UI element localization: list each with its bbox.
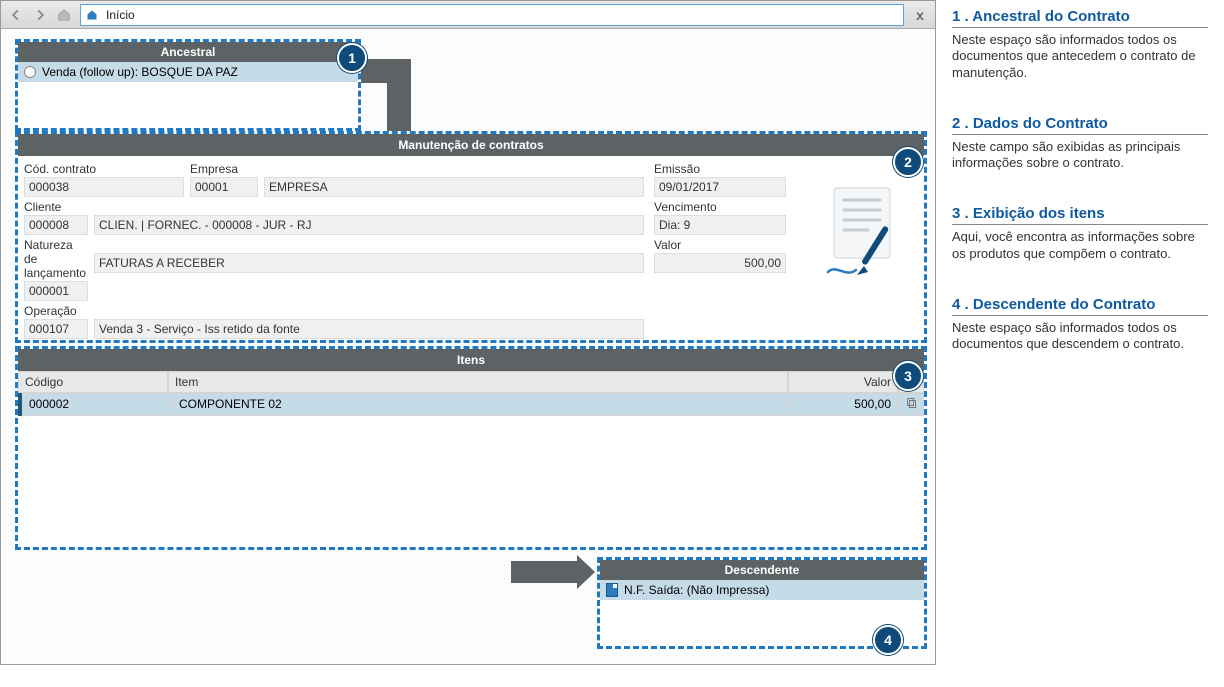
col-codigo: Código (18, 371, 168, 393)
itens-header: Itens (18, 349, 924, 371)
cod_contrato-label: Cód. contrato (24, 162, 184, 176)
ancestral-item-label: Venda (follow up): BOSQUE DA PAZ (42, 65, 238, 79)
note-4-text: Neste espaço são informados todos os doc… (952, 320, 1208, 353)
descendente-item[interactable]: N.F. Saída: (Não Impressa) (600, 580, 924, 600)
col-item: Item (168, 371, 788, 393)
operacao-label: Operação (24, 304, 88, 318)
valor-label: Valor (654, 238, 786, 252)
badge-2: 2 (893, 147, 923, 177)
badge-4: 4 (873, 625, 903, 655)
ancestral-panel: Ancestral Venda (follow up): BOSQUE DA P… (15, 39, 361, 131)
valor-field[interactable]: 500,00 (654, 253, 786, 273)
forward-button[interactable] (29, 4, 51, 26)
cell-action[interactable] (898, 393, 924, 416)
circle-icon (24, 66, 36, 78)
cliente-code-field[interactable]: 000008 (24, 215, 88, 235)
back-button[interactable] (5, 4, 27, 26)
address-input[interactable] (102, 8, 902, 22)
cliente-name-field[interactable]: CLIEN. | FORNEC. - 000008 - JUR - RJ (94, 215, 644, 235)
natureza-code-field[interactable]: 000001 (24, 281, 88, 301)
cliente-label: Cliente (24, 200, 88, 214)
empresa-code-field[interactable]: 00001 (190, 177, 258, 197)
app-window: x Ancestral Venda (follow up): BOSQUE DA… (0, 0, 936, 665)
ancestral-header: Ancestral (18, 42, 358, 62)
table-row[interactable]: 000002 COMPONENTE 02 500,00 (18, 393, 924, 416)
toolbar: x (1, 1, 935, 29)
contract-header: Manutenção de contratos (18, 134, 924, 156)
copy-icon (905, 397, 917, 409)
document-icon (606, 583, 618, 597)
note-2-text: Neste campo são exibidas as principais i… (952, 139, 1208, 172)
document-graphic (816, 180, 916, 280)
side-notes: 1 . Ancestral do Contrato Neste espaço s… (948, 0, 1224, 687)
note-2-title: 2 . Dados do Contrato (952, 115, 1208, 135)
note-3-text: Aqui, você encontra as informações sobre… (952, 229, 1208, 262)
address-bar (81, 5, 903, 25)
vencimento-label: Vencimento (654, 200, 786, 214)
empresa-name-field[interactable]: EMPRESA (264, 177, 644, 197)
note-1-text: Neste espaço são informados todos os doc… (952, 32, 1208, 81)
itens-table-header: Código Item Valor (18, 371, 924, 393)
badge-3: 3 (893, 361, 923, 391)
ancestral-item[interactable]: Venda (follow up): BOSQUE DA PAZ (18, 62, 358, 82)
address-home-icon (82, 9, 102, 21)
close-button[interactable]: x (909, 7, 931, 23)
itens-panel: Itens Código Item Valor 000002 COMPONENT… (15, 346, 927, 550)
badge-1: 1 (337, 43, 367, 73)
home-button[interactable] (53, 4, 75, 26)
note-1-title: 1 . Ancestral do Contrato (952, 8, 1208, 28)
col-valor: Valor (788, 371, 898, 393)
empresa-label: Empresa (190, 162, 258, 176)
operacao-code-field[interactable]: 000107 (24, 319, 88, 339)
cell-valor: 500,00 (788, 393, 898, 416)
vencimento-field[interactable]: Dia: 9 (654, 215, 786, 235)
contract-panel: Manutenção de contratos Cód. contrato 00… (15, 131, 927, 343)
note-3-title: 3 . Exibição dos itens (952, 205, 1208, 225)
descendente-header: Descendente (600, 560, 924, 580)
descendente-item-label: N.F. Saída: (Não Impressa) (624, 583, 769, 597)
emissao-field[interactable]: 09/01/2017 (654, 177, 786, 197)
note-4-title: 4 . Descendente do Contrato (952, 296, 1208, 316)
cod_contrato-field[interactable]: 000038 (24, 177, 184, 197)
emissao-label: Emissão (654, 162, 786, 176)
natureza-label: Natureza de lançamento (24, 238, 88, 280)
operacao-desc-field[interactable]: Venda 3 - Serviço - Iss retido da fonte (94, 319, 644, 339)
main-body: Ancestral Venda (follow up): BOSQUE DA P… (1, 29, 935, 664)
natureza-desc-field[interactable]: FATURAS A RECEBER (94, 253, 644, 273)
cell-codigo: 000002 (22, 393, 172, 416)
arrow-2 (511, 559, 597, 585)
cell-item: COMPONENTE 02 (172, 393, 788, 416)
